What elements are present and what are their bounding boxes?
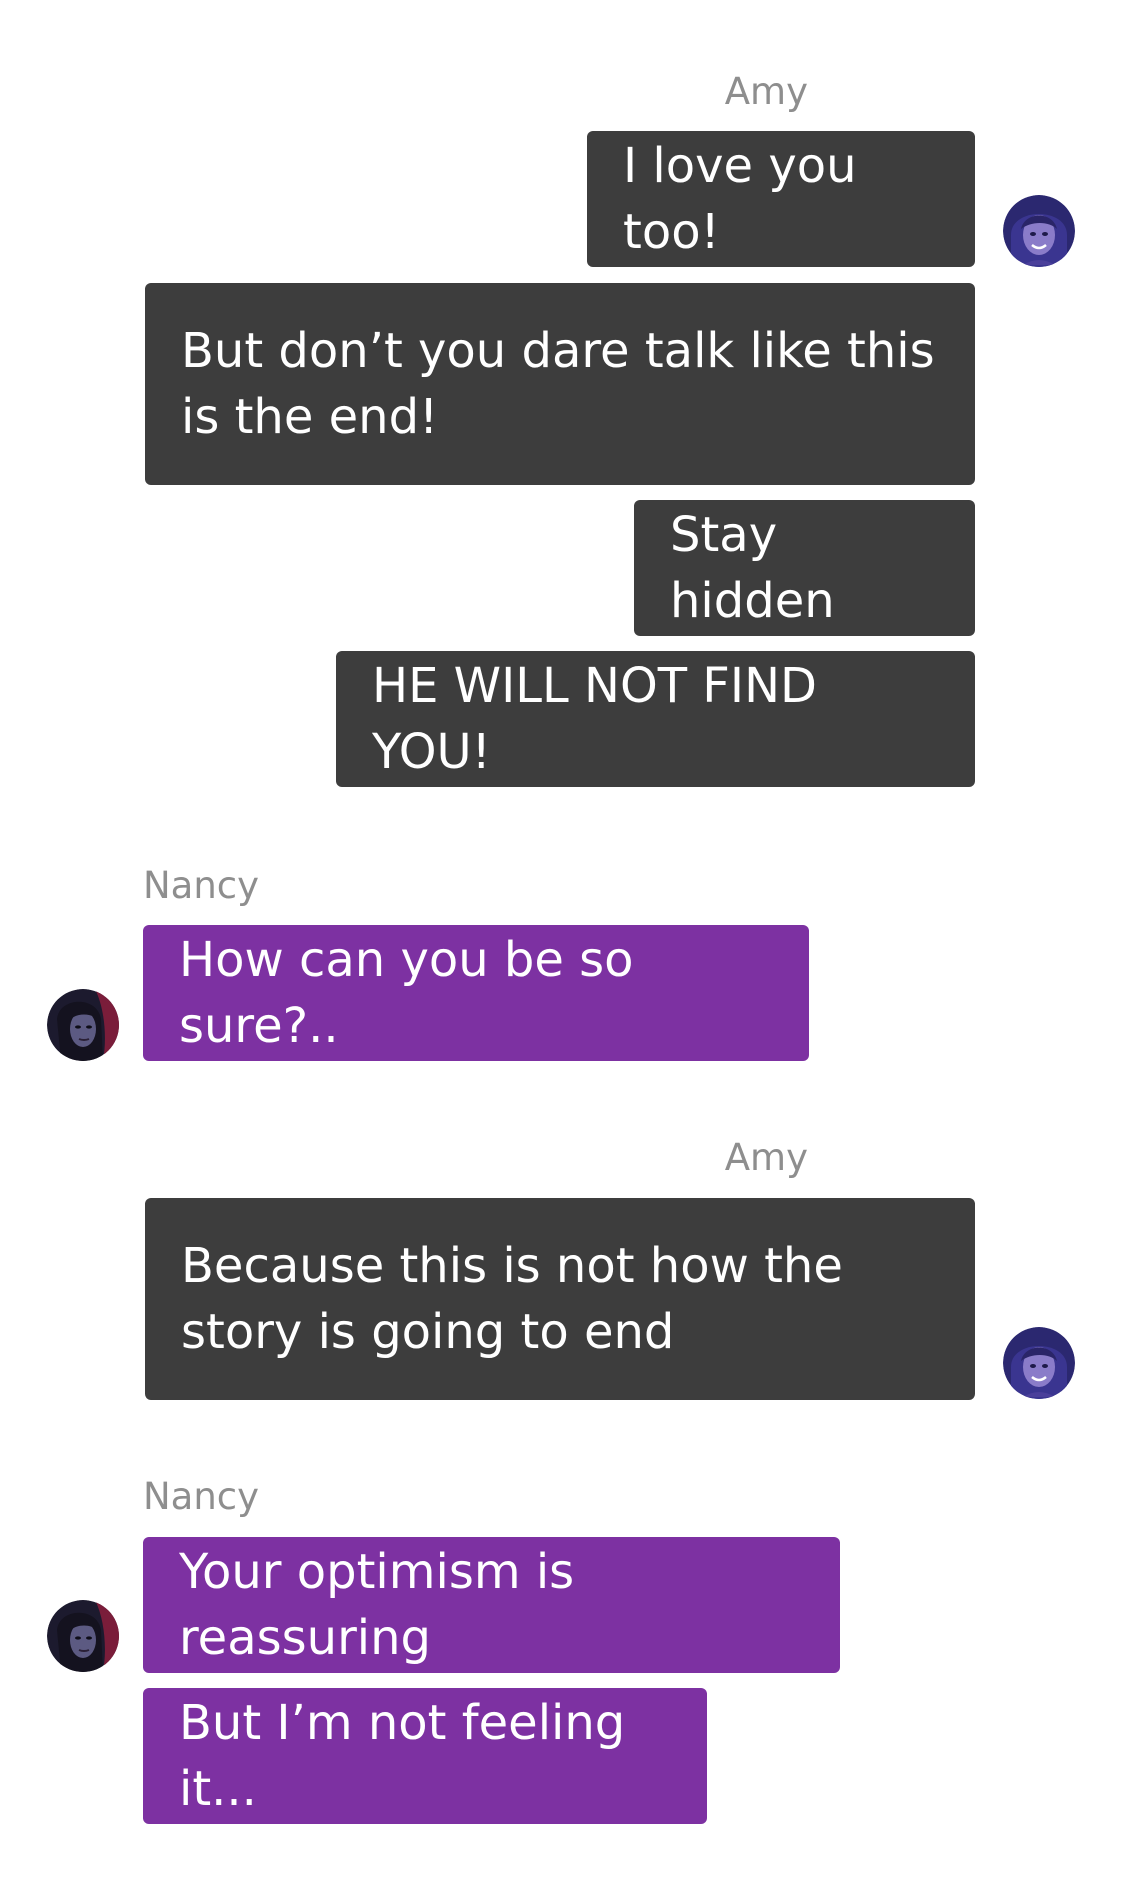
- message-text: But I’m not feeling it...: [179, 1695, 626, 1817]
- message-text: Your optimism is reassuring: [179, 1544, 575, 1666]
- message-text: How can you be so sure?..: [179, 932, 634, 1054]
- sender-name-nancy: Nancy: [143, 864, 260, 907]
- message-bubble-amy: But don’t you dare talk like this is the…: [145, 283, 975, 485]
- message-bubble-nancy: But I’m not feeling it...: [143, 1688, 707, 1824]
- message-text: But don’t you dare talk like this is the…: [181, 323, 935, 445]
- message-bubble-nancy: Your optimism is reassuring: [143, 1537, 840, 1673]
- nancy-avatar-icon[interactable]: [47, 989, 119, 1061]
- message-bubble-amy: Because this is not how the story is goi…: [145, 1198, 975, 1400]
- message-text: HE WILL NOT FIND YOU!: [372, 658, 817, 780]
- message-bubble-nancy: How can you be so sure?..: [143, 925, 809, 1061]
- amy-avatar-icon[interactable]: [1003, 195, 1075, 267]
- sender-name-nancy: Nancy: [143, 1475, 260, 1518]
- sender-name-amy: Amy: [724, 1136, 808, 1179]
- amy-avatar-icon[interactable]: [1003, 1327, 1075, 1399]
- message-text: I love you too!: [623, 138, 857, 260]
- message-text: Stay hidden: [670, 507, 835, 629]
- message-bubble-amy: I love you too!: [587, 131, 975, 267]
- nancy-avatar-icon[interactable]: [47, 1600, 119, 1672]
- sender-name-amy: Amy: [724, 70, 808, 113]
- message-bubble-amy: Stay hidden: [634, 500, 975, 636]
- message-text: Because this is not how the story is goi…: [181, 1238, 843, 1360]
- message-bubble-amy: HE WILL NOT FIND YOU!: [336, 651, 975, 787]
